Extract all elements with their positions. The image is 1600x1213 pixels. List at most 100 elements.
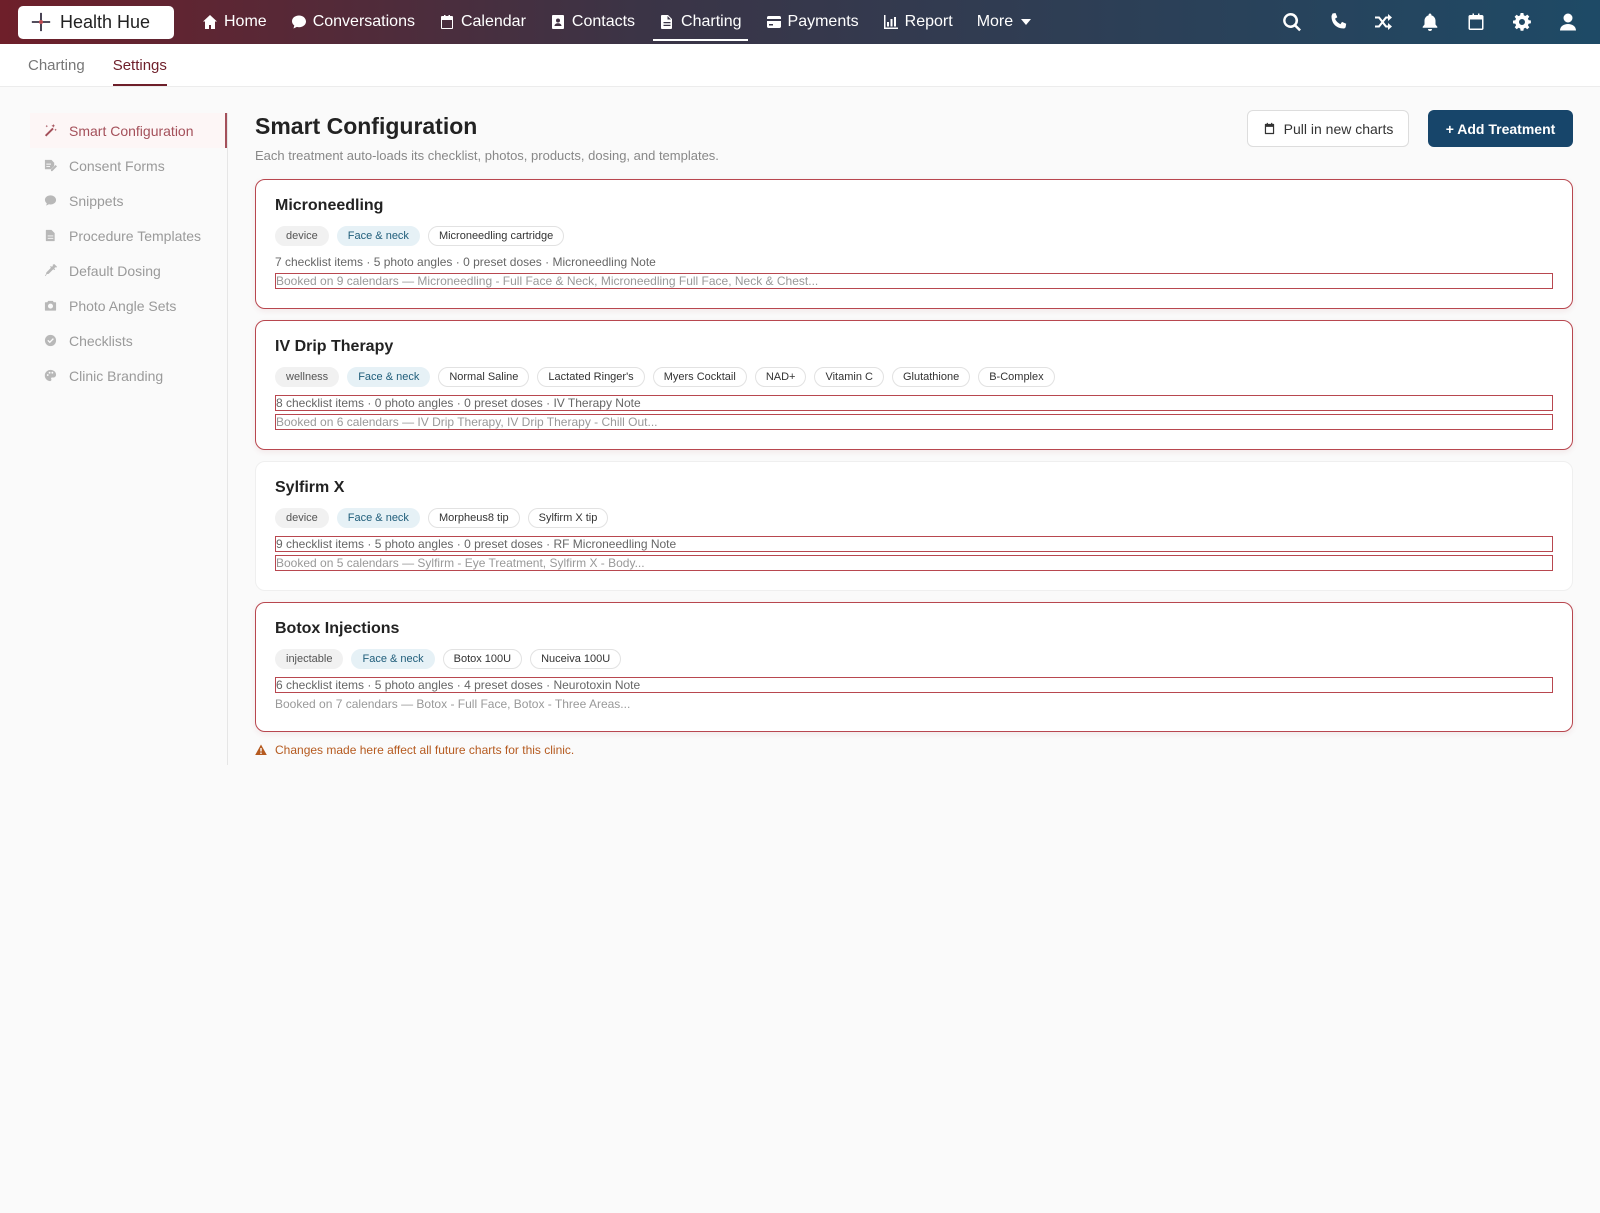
health-hue-logo-icon: [31, 12, 51, 32]
sidebar-item-clinic-branding[interactable]: Clinic Branding: [30, 358, 227, 393]
tag-product: Lactated Ringer's: [537, 367, 645, 387]
treatment-card[interactable]: Botox Injections injectable Face & neck …: [255, 602, 1573, 732]
sidebar-item-smart-configuration[interactable]: Smart Configuration: [30, 113, 227, 148]
settings-layout: Smart Configuration Consent Forms Snippe…: [0, 87, 1600, 765]
treatment-tags: device Face & neck Morpheus8 tip Sylfirm…: [275, 508, 1553, 528]
tag-category: device: [275, 226, 329, 246]
sidebar-item-label: Default Dosing: [69, 262, 161, 279]
sidebar-item-label: Procedure Templates: [69, 227, 202, 244]
sidebar-item-label: Checklists: [69, 332, 133, 349]
tag-product: Botox 100U: [442, 649, 523, 669]
treatment-name: Sylfirm X: [275, 479, 345, 496]
user-icon[interactable]: [1558, 12, 1578, 32]
search-icon[interactable]: [1282, 12, 1302, 32]
gear-icon[interactable]: [1512, 12, 1532, 32]
bar-chart-icon: [883, 15, 898, 29]
sidebar-item-label: Clinic Branding: [69, 367, 164, 384]
calendar-icon[interactable]: [1466, 12, 1486, 32]
nav-conversations-label: Conversations: [312, 13, 415, 30]
nav-charting[interactable]: Charting: [647, 0, 753, 44]
nav-calendar[interactable]: Calendar: [427, 0, 538, 44]
tag-product: Myers Cocktail: [652, 367, 747, 387]
main-content: Smart Configuration Each treatment auto-…: [228, 110, 1600, 765]
sidebar-item-snippets[interactable]: Snippets: [30, 183, 227, 218]
top-navbar: Health Hue Home Conversations Calendar C…: [0, 0, 1600, 44]
treatment-meta: 8 checklist items · 0 photo angles · 0 p…: [275, 395, 1553, 411]
calendar-icon: [1264, 122, 1274, 135]
magic-wand-icon: [44, 124, 57, 137]
palette-icon: [44, 369, 57, 382]
nav-contacts[interactable]: Contacts: [538, 0, 647, 44]
pull-new-charts-button[interactable]: Pull in new charts: [1247, 110, 1409, 147]
page-subtitle: Each treatment auto-loads its checklist,…: [255, 148, 719, 163]
home-icon: [203, 15, 217, 29]
nav-payments-label: Payments: [787, 13, 859, 30]
camera-icon: [44, 300, 57, 311]
chat-icon: [291, 15, 306, 29]
tag-category: wellness: [275, 367, 340, 387]
nav-charting-label: Charting: [681, 13, 742, 30]
tag-product: Glutathione: [891, 367, 971, 387]
treatment-card[interactable]: Microneedling device Face & neck Microne…: [255, 179, 1573, 309]
add-treatment-button[interactable]: + Add Treatment: [1428, 110, 1573, 147]
calendar-icon: [440, 15, 453, 29]
page-header: Smart Configuration Each treatment auto-…: [255, 110, 1573, 179]
nav-conversations[interactable]: Conversations: [279, 0, 427, 44]
brand-logo[interactable]: Health Hue: [18, 5, 174, 39]
signature-icon: [44, 159, 57, 172]
sidebar-item-label: Photo Angle Sets: [69, 297, 177, 314]
tab-settings[interactable]: Settings: [112, 44, 168, 86]
nav-home-label: Home: [224, 13, 267, 30]
tag-product: NAD+: [754, 367, 807, 387]
tag-product: Sylfirm X tip: [527, 508, 609, 528]
page-heading: Smart Configuration Each treatment auto-…: [255, 113, 719, 163]
treatment-name: Microneedling: [275, 197, 384, 214]
sidebar-item-default-dosing[interactable]: Default Dosing: [30, 253, 227, 288]
header-buttons: Pull in new charts + Add Treatment: [1247, 110, 1573, 147]
treatment-name: IV Drip Therapy: [275, 338, 394, 355]
shuffle-icon[interactable]: [1374, 12, 1394, 32]
credit-card-icon: [766, 16, 781, 28]
tab-charting[interactable]: Charting: [28, 44, 85, 86]
syringe-icon: [44, 264, 57, 277]
nav-calendar-label: Calendar: [460, 13, 526, 30]
treatment-tags: injectable Face & neck Botox 100U Nuceiv…: [275, 649, 1553, 669]
sidebar-item-photo-angle-sets[interactable]: Photo Angle Sets: [30, 288, 227, 323]
treatment-card[interactable]: Sylfirm X device Face & neck Morpheus8 t…: [255, 461, 1573, 591]
treatment-booked: Booked on 7 calendars — Botox - Full Fac…: [275, 697, 631, 711]
sidebar-item-label: Smart Configuration: [69, 122, 194, 139]
file-icon: [45, 229, 55, 242]
tag-category: injectable: [275, 649, 344, 669]
nav-more[interactable]: More: [965, 0, 1043, 44]
treatment-meta: 7 checklist items · 5 photo angles · 0 p…: [275, 255, 656, 269]
nav-report-label: Report: [904, 13, 953, 30]
footnote-text: Changes made here affect all future char…: [275, 743, 575, 757]
phone-icon[interactable]: [1328, 12, 1348, 32]
nav-payments[interactable]: Payments: [754, 0, 871, 44]
pull-new-charts-label: Pull in new charts: [1283, 120, 1394, 137]
page-title: Smart Configuration: [255, 113, 478, 139]
main-nav: Home Conversations Calendar Contacts Cha…: [190, 0, 1043, 44]
nav-home[interactable]: Home: [190, 0, 279, 44]
contact-card-icon: [551, 15, 564, 29]
treatment-tags: device Face & neck Microneedling cartrid…: [275, 226, 1553, 246]
tag-area: Face & neck: [336, 226, 420, 246]
tag-category: device: [275, 508, 329, 528]
treatment-meta: 6 checklist items · 5 photo angles · 4 p…: [275, 677, 1553, 693]
sidebar-item-label: Consent Forms: [69, 157, 165, 174]
document-icon: [661, 15, 673, 29]
tag-product: B-Complex: [978, 367, 1055, 387]
treatment-card[interactable]: IV Drip Therapy wellness Face & neck Nor…: [255, 320, 1573, 450]
sidebar-item-checklists[interactable]: Checklists: [30, 323, 227, 358]
bell-icon[interactable]: [1420, 12, 1440, 32]
warning-footnote: Changes made here affect all future char…: [255, 743, 1573, 757]
sidebar-item-consent-forms[interactable]: Consent Forms: [30, 148, 227, 183]
tag-product: Morpheus8 tip: [427, 508, 520, 528]
treatment-tags: wellness Face & neck Normal Saline Lacta…: [275, 367, 1553, 387]
sidebar-item-procedure-templates[interactable]: Procedure Templates: [30, 218, 227, 253]
treatment-list: Microneedling device Face & neck Microne…: [255, 179, 1573, 732]
nav-report[interactable]: Report: [871, 0, 965, 44]
treatment-booked: Booked on 9 calendars — Microneedling - …: [275, 273, 1553, 289]
check-circle-icon: [44, 334, 57, 347]
sidebar-item-label: Snippets: [69, 192, 124, 209]
